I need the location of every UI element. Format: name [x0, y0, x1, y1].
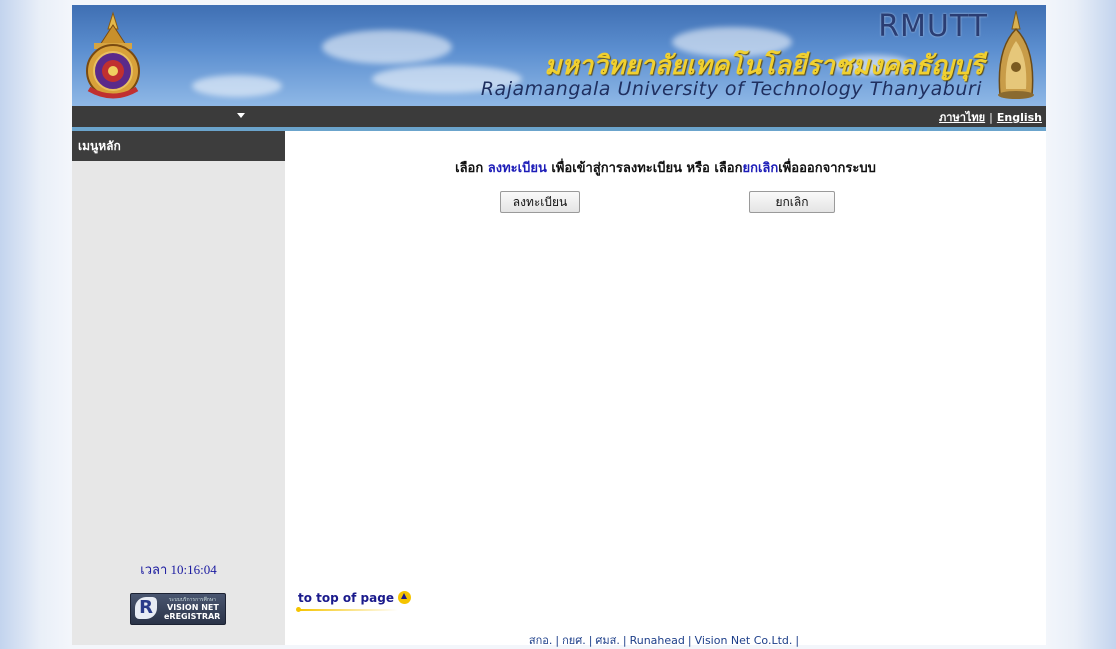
logo-letter: R — [135, 597, 157, 619]
arrow-up-icon — [397, 591, 411, 604]
cancel-button[interactable]: ยกเลิก — [749, 191, 835, 213]
instruction-cancel-highlight: ยกเลิก — [742, 161, 779, 176]
lang-thai-link[interactable]: ภาษาไทย — [939, 111, 985, 124]
instruction-part-1: เลือก — [455, 161, 488, 176]
logo-line-2: eREGISTRAR — [164, 612, 221, 621]
main-content: เลือก ลงทะเบียน เพื่อเข้าสู่การลงทะเบียน… — [285, 127, 1046, 647]
cloud-decoration — [192, 75, 282, 97]
header-banner: RMUTT มหาวิทยาลัยเทคโนโลยีราชมงคลธัญบุรี… — [72, 5, 1046, 106]
instruction-text: เลือก ลงทะเบียน เพื่อเข้าสู่การลงทะเบียน… — [285, 157, 1046, 178]
clock-time: 10:16:04 — [170, 562, 217, 577]
to-top-of-page-link[interactable]: to top of page — [298, 591, 411, 605]
to-top-label: to top of page — [298, 591, 394, 605]
page-frame: RMUTT มหาวิทยาลัยเทคโนโลยีราชมงคลธัญบุรี… — [72, 5, 1046, 647]
instruction-register-highlight: ลงทะเบียน — [487, 161, 547, 176]
cloud-decoration — [322, 30, 452, 64]
instruction-part-2: เพื่อเข้าสู่การลงทะเบียน หรือ เลือก — [546, 161, 743, 176]
vision-net-eregistrar-logo[interactable]: R ระบบบริการการศึกษา VISION NET eREGISTR… — [130, 593, 226, 625]
sidebar-header: เมนูหลัก — [72, 131, 285, 161]
language-switcher: ภาษาไทย | English — [939, 108, 1042, 126]
logo-line-1: VISION NET — [167, 603, 219, 612]
lang-separator: | — [989, 111, 993, 124]
top-nav-bar: ภาษาไทย | English — [72, 106, 1046, 127]
register-button[interactable]: ลงทะเบียน — [500, 191, 580, 213]
sidebar: เมนูหลัก เวลา 10:16:04 R ระบบบริการการศึ… — [72, 127, 285, 645]
brand-english-name: Rajamangala University of Technology Tha… — [480, 78, 982, 100]
university-emblem-icon — [86, 11, 140, 99]
brand-short-name: RMUTT — [878, 9, 988, 44]
instruction-part-3: เพื่อออกจากระบบ — [778, 161, 876, 176]
clock-label: เวลา — [140, 562, 168, 577]
chevron-down-icon[interactable] — [237, 113, 245, 118]
footer-links: สกอ. | กยศ. | ศมส. | Runahead | Vision Net Co.Lt… — [285, 631, 1046, 649]
to-top-underline — [296, 607, 398, 612]
bell-icon — [998, 10, 1034, 99]
clock: เวลา 10:16:04 — [72, 559, 285, 580]
lang-english-link[interactable]: English — [997, 111, 1042, 124]
